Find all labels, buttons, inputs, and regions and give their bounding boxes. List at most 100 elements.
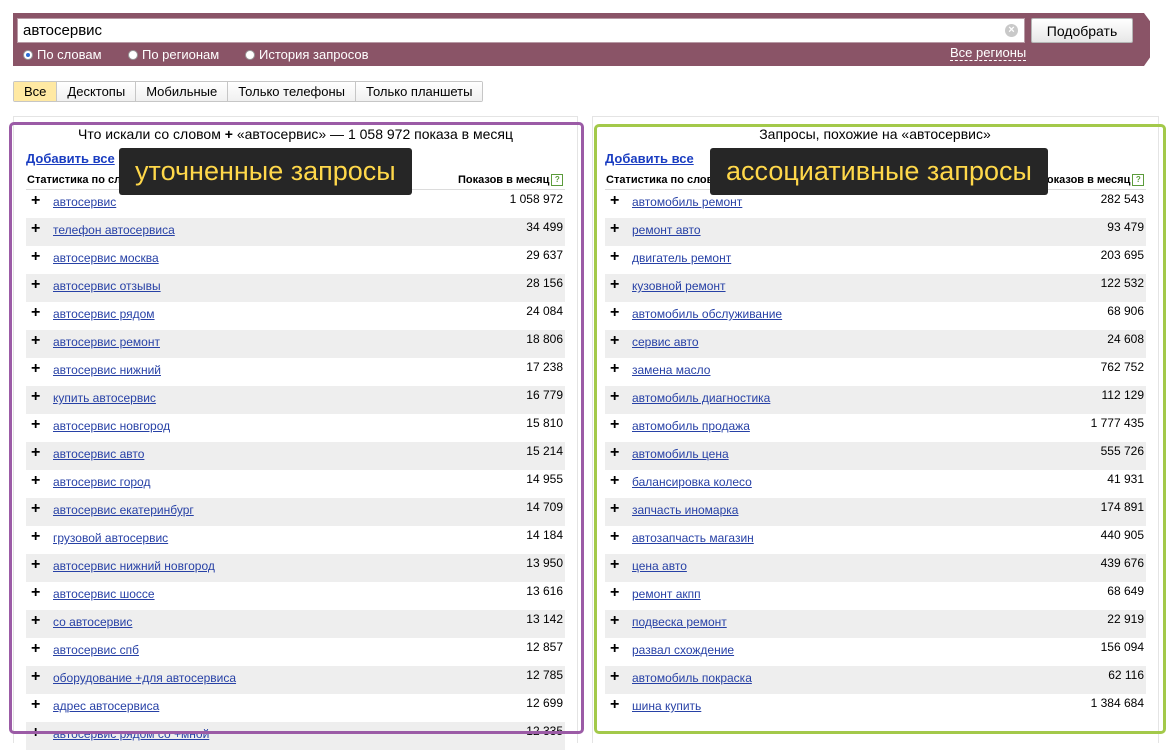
- add-keyword-icon[interactable]: +: [610, 417, 619, 433]
- add-keyword-icon[interactable]: +: [31, 221, 40, 237]
- keyword-link[interactable]: автомобиль продажа: [632, 419, 750, 433]
- mode-by-words[interactable]: По словам: [23, 47, 102, 62]
- device-tab[interactable]: Только телефоны: [227, 82, 356, 101]
- table-row: + автосервис рядом со +мной 12 335: [26, 722, 565, 750]
- add-keyword-icon[interactable]: +: [31, 277, 40, 293]
- keyword-link[interactable]: автомобиль обслуживание: [632, 307, 782, 321]
- keyword-link[interactable]: автосервис: [53, 195, 116, 209]
- add-keyword-icon[interactable]: +: [31, 305, 40, 321]
- device-tab[interactable]: Мобильные: [135, 82, 228, 101]
- add-keyword-icon[interactable]: +: [610, 697, 619, 713]
- add-keyword-icon[interactable]: +: [610, 473, 619, 489]
- add-keyword-icon[interactable]: +: [31, 641, 40, 657]
- add-keyword-icon[interactable]: +: [610, 445, 619, 461]
- add-keyword-icon[interactable]: +: [610, 333, 619, 349]
- all-regions-link[interactable]: Все регионы: [950, 46, 1027, 61]
- device-tab[interactable]: Десктопы: [56, 82, 136, 101]
- keyword-link[interactable]: двигатель ремонт: [632, 251, 731, 265]
- keyword-link[interactable]: автомобиль покраска: [632, 671, 752, 685]
- keyword-link[interactable]: шина купить: [632, 699, 701, 713]
- keyword-link[interactable]: автосервис авто: [53, 447, 144, 461]
- keyword-link[interactable]: запчасть иномарка: [632, 503, 738, 517]
- add-keyword-icon[interactable]: +: [31, 529, 40, 545]
- add-keyword-icon[interactable]: +: [31, 361, 40, 377]
- add-keyword-icon[interactable]: +: [610, 529, 619, 545]
- keyword-link[interactable]: автосервис город: [53, 475, 150, 489]
- add-keyword-icon[interactable]: +: [610, 389, 619, 405]
- keyword-link[interactable]: развал схождение: [632, 643, 734, 657]
- keyword-link[interactable]: кузовной ремонт: [632, 279, 726, 293]
- keyword-link[interactable]: автосервис екатеринбург: [53, 503, 194, 517]
- mode-history[interactable]: История запросов: [245, 47, 369, 62]
- keyword-link[interactable]: оборудование +для автосервиса: [53, 671, 236, 685]
- keyword-link[interactable]: автозапчасть магазин: [632, 531, 754, 545]
- keyword-link[interactable]: автосервис ремонт: [53, 335, 160, 349]
- add-keyword-icon[interactable]: +: [610, 221, 619, 237]
- keyword-link[interactable]: ремонт авто: [632, 223, 701, 237]
- add-keyword-icon[interactable]: +: [610, 585, 619, 601]
- keyword-link[interactable]: автосервис нижний новгород: [53, 559, 215, 573]
- search-input[interactable]: [18, 19, 1003, 42]
- help-icon[interactable]: ?: [1132, 174, 1145, 186]
- add-keyword-icon[interactable]: +: [31, 501, 40, 517]
- keyword-link[interactable]: подвеска ремонт: [632, 615, 727, 629]
- keyword-link[interactable]: автосервис новгород: [53, 419, 170, 433]
- keyword-link[interactable]: автосервис спб: [53, 643, 139, 657]
- keyword-link[interactable]: автосервис рядом со +мной: [53, 727, 209, 741]
- device-tab[interactable]: Все: [14, 82, 57, 101]
- add-keyword-icon[interactable]: +: [610, 613, 619, 629]
- table-row: + цена авто 439 676: [605, 554, 1146, 582]
- keyword-link[interactable]: купить автосервис: [53, 391, 156, 405]
- keyword-link[interactable]: балансировка колесо: [632, 475, 752, 489]
- radio-icon[interactable]: [245, 49, 255, 60]
- add-keyword-icon[interactable]: +: [31, 193, 40, 209]
- add-keyword-icon[interactable]: +: [610, 305, 619, 321]
- add-keyword-icon[interactable]: +: [31, 389, 40, 405]
- keyword-link[interactable]: грузовой автосервис: [53, 531, 168, 545]
- device-tab[interactable]: Только планшеты: [355, 82, 483, 101]
- add-keyword-icon[interactable]: +: [31, 249, 40, 265]
- keyword-link[interactable]: телефон автосервиса: [53, 223, 175, 237]
- add-keyword-icon[interactable]: +: [31, 725, 40, 741]
- keyword-link[interactable]: автосервис шоссе: [53, 587, 155, 601]
- keyword-link[interactable]: сервис авто: [632, 335, 699, 349]
- add-keyword-icon[interactable]: +: [610, 361, 619, 377]
- search-box[interactable]: ×: [17, 18, 1025, 43]
- add-keyword-icon[interactable]: +: [31, 417, 40, 433]
- add-keyword-icon[interactable]: +: [610, 193, 619, 209]
- keyword-link[interactable]: автомобиль диагностика: [632, 391, 770, 405]
- add-keyword-icon[interactable]: +: [31, 445, 40, 461]
- submit-button[interactable]: Подобрать: [1031, 18, 1133, 43]
- add-keyword-icon[interactable]: +: [31, 697, 40, 713]
- add-keyword-icon[interactable]: +: [610, 277, 619, 293]
- add-keyword-icon[interactable]: +: [610, 669, 619, 685]
- keyword-link[interactable]: со автосервис: [53, 615, 132, 629]
- radio-icon[interactable]: [23, 49, 33, 60]
- keyword-link[interactable]: автомобиль цена: [632, 447, 729, 461]
- add-all-link[interactable]: Добавить все: [605, 151, 694, 166]
- clear-icon[interactable]: ×: [1005, 24, 1018, 37]
- add-all-link[interactable]: Добавить все: [26, 151, 115, 166]
- add-keyword-icon[interactable]: +: [31, 585, 40, 601]
- add-keyword-icon[interactable]: +: [610, 249, 619, 265]
- keyword-link[interactable]: автосервис нижний: [53, 363, 161, 377]
- keyword-link[interactable]: автосервис рядом: [53, 307, 155, 321]
- keyword-link[interactable]: автосервис москва: [53, 251, 159, 265]
- keyword-link[interactable]: автомобиль ремонт: [632, 195, 742, 209]
- add-keyword-icon[interactable]: +: [31, 473, 40, 489]
- keyword-link[interactable]: автосервис отзывы: [53, 279, 161, 293]
- add-keyword-icon[interactable]: +: [610, 501, 619, 517]
- keyword-link[interactable]: замена масло: [632, 363, 710, 377]
- help-icon[interactable]: ?: [551, 174, 564, 186]
- radio-icon[interactable]: [128, 49, 138, 60]
- add-keyword-icon[interactable]: +: [31, 669, 40, 685]
- add-keyword-icon[interactable]: +: [31, 613, 40, 629]
- mode-by-regions[interactable]: По регионам: [128, 47, 219, 62]
- add-keyword-icon[interactable]: +: [610, 641, 619, 657]
- keyword-link[interactable]: адрес автосервиса: [53, 699, 159, 713]
- keyword-link[interactable]: цена авто: [632, 559, 687, 573]
- add-keyword-icon[interactable]: +: [31, 333, 40, 349]
- add-keyword-icon[interactable]: +: [31, 557, 40, 573]
- add-keyword-icon[interactable]: +: [610, 557, 619, 573]
- keyword-link[interactable]: ремонт акпп: [632, 587, 701, 601]
